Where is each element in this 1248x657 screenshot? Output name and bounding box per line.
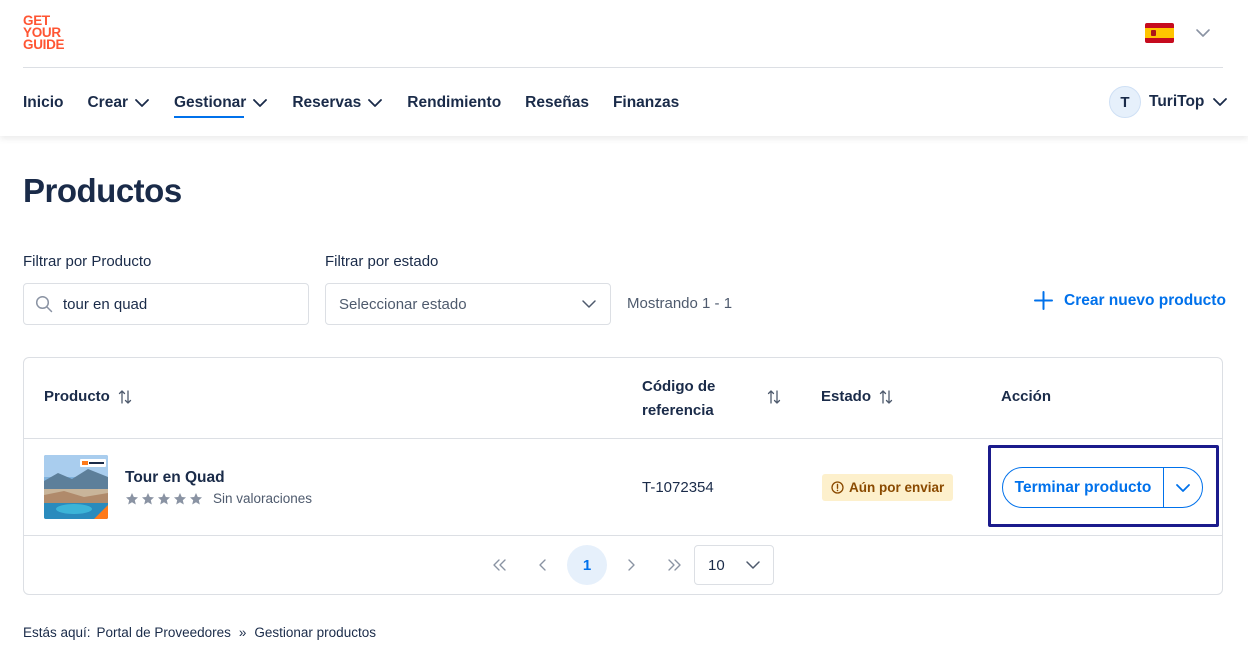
row-divider	[24, 535, 1222, 536]
chevron-right-icon	[628, 559, 635, 571]
chevron-down-icon	[746, 561, 760, 569]
breadcrumb-separator: »	[238, 625, 247, 640]
finish-product-button[interactable]: Terminar producto	[1003, 468, 1164, 507]
info-icon	[831, 481, 844, 494]
star-icon	[190, 492, 202, 504]
rating-text: Sin valoraciones	[213, 491, 313, 506]
breadcrumb-item-portal[interactable]: Portal de Proveedores	[97, 625, 231, 640]
chevron-down-icon	[253, 99, 268, 107]
page-title: Productos	[23, 172, 182, 209]
chevron-down-icon	[368, 99, 383, 107]
chevron-down-icon	[1213, 98, 1228, 106]
top-header: GET YOUR GUIDE Inicio Crear Gestionar Re…	[0, 0, 1248, 136]
sort-icon	[118, 389, 131, 404]
double-chevron-right-icon	[668, 559, 681, 571]
nav-item-gestionar[interactable]: Gestionar	[173, 92, 268, 118]
breadcrumb-lead: Estás aquí:	[23, 625, 91, 640]
status-select-placeholder: Seleccionar estado	[339, 295, 467, 313]
rating-stars: Sin valoraciones	[125, 491, 312, 506]
product-thumbnail[interactable]	[44, 455, 108, 519]
create-product-button[interactable]: Crear nuevo producto	[1033, 290, 1226, 311]
chevron-down-icon	[582, 300, 596, 308]
product-filter-label: Filtrar por Producto	[23, 253, 152, 270]
pagination: 1	[479, 545, 699, 585]
spain-flag-icon[interactable]	[1145, 23, 1174, 43]
column-header-action: Acción	[1001, 388, 1052, 405]
account-menu[interactable]: T TuriTop	[1109, 86, 1228, 118]
status-badge: Aún por enviar	[822, 474, 954, 501]
getyourguide-logo[interactable]: GET YOUR GUIDE	[23, 14, 73, 52]
nav-item-resenas[interactable]: Reseñas	[525, 92, 589, 114]
results-count: Mostrando 1 - 1	[627, 295, 733, 312]
last-page-button[interactable]	[655, 545, 695, 585]
star-icon	[126, 492, 138, 504]
column-header-status[interactable]: Estado	[821, 388, 893, 405]
nav-item-finanzas[interactable]: Finanzas	[613, 92, 679, 114]
nav-item-inicio[interactable]: Inicio	[23, 92, 63, 114]
nav-item-reservas[interactable]: Reservas	[292, 92, 383, 114]
sort-icon	[879, 389, 893, 404]
next-page-button[interactable]	[611, 545, 651, 585]
ref-code: T-1072354	[642, 479, 714, 496]
status-select[interactable]: Seleccionar estado	[325, 283, 611, 325]
nav-item-rendimiento[interactable]: Rendimiento	[407, 92, 501, 114]
breadcrumb-item-current: Gestionar productos	[254, 625, 376, 640]
column-header-ref-code[interactable]: Código de referencia	[642, 375, 715, 423]
account-name: TuriTop	[1149, 93, 1205, 110]
star-icon	[158, 492, 170, 504]
main-nav: Inicio Crear Gestionar Reservas Rendimie…	[23, 92, 703, 118]
chevron-down-icon	[135, 99, 149, 107]
column-header-product[interactable]: Producto	[44, 388, 132, 405]
chevron-left-icon	[539, 559, 546, 571]
product-name[interactable]: Tour en Quad	[125, 469, 225, 487]
action-split-button: Terminar producto	[1002, 467, 1203, 508]
prev-page-button[interactable]	[523, 545, 563, 585]
star-icon	[174, 492, 186, 504]
chevron-down-icon[interactable]	[1195, 25, 1211, 41]
plus-icon	[1034, 291, 1053, 310]
double-chevron-left-icon	[493, 559, 506, 571]
first-page-button[interactable]	[479, 545, 519, 585]
products-table: Producto Código de referencia Estado Acc…	[23, 357, 1223, 595]
header-row-divider	[24, 438, 1222, 439]
page-size-select[interactable]: 10	[694, 545, 774, 585]
action-menu-toggle[interactable]	[1164, 468, 1202, 507]
star-icon	[142, 492, 154, 504]
product-search-field[interactable]	[23, 283, 309, 325]
sort-icon[interactable]	[767, 389, 781, 405]
header-divider	[23, 67, 1223, 68]
page-button-current[interactable]: 1	[567, 545, 607, 585]
status-filter-label: Filtrar por estado	[325, 253, 439, 270]
search-icon	[35, 295, 53, 313]
chevron-down-icon	[1176, 483, 1190, 492]
avatar: T	[1109, 86, 1141, 118]
breadcrumb: Estás aquí: Portal de Proveedores » Gest…	[23, 625, 376, 640]
nav-item-crear[interactable]: Crear	[87, 92, 150, 114]
search-input[interactable]	[63, 295, 283, 313]
